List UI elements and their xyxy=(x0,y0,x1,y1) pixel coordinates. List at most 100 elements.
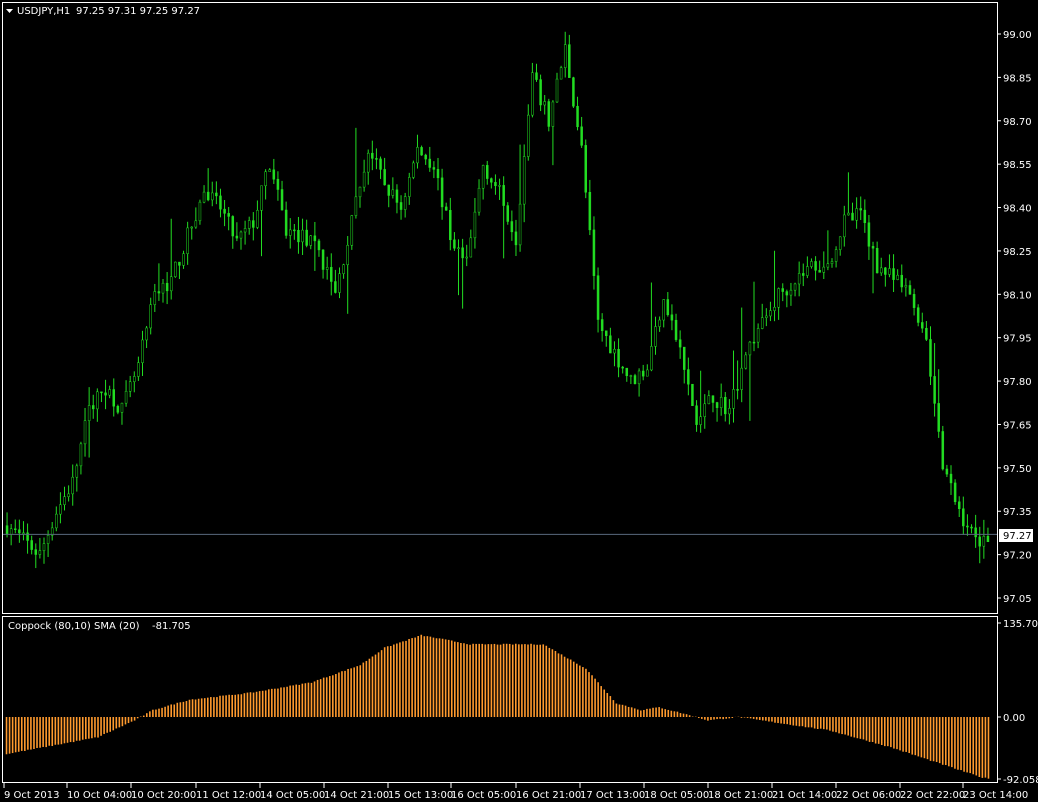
candle-body xyxy=(239,231,243,239)
time-axis-label: 15 Oct 13:00 xyxy=(388,790,453,801)
candle-body xyxy=(190,226,193,229)
candle-body xyxy=(773,306,776,311)
candle-body xyxy=(629,375,633,377)
candle-body xyxy=(194,220,198,228)
candle-body xyxy=(469,237,473,258)
candle-body xyxy=(128,381,132,392)
candle-body xyxy=(658,319,661,327)
price-axis-label: 99.00 xyxy=(1003,30,1032,41)
candle-body xyxy=(650,346,653,371)
candle-body xyxy=(531,72,534,116)
candle-body xyxy=(859,208,862,211)
candle-body xyxy=(313,235,317,242)
candle-body xyxy=(810,261,813,267)
candle-body xyxy=(879,267,883,274)
candle-body xyxy=(485,165,489,179)
candle-body xyxy=(420,147,423,156)
candle-body xyxy=(202,191,206,203)
candle-body xyxy=(116,405,120,413)
chart-window[interactable]: USDJPY,H1 97.25 97.31 97.25 97.27 Coppoc… xyxy=(0,0,1038,802)
candle-body xyxy=(198,201,202,222)
price-axis-label: 98.70 xyxy=(1003,117,1032,128)
candle-body xyxy=(350,215,354,246)
candle-body xyxy=(580,126,583,146)
candle-body xyxy=(63,496,66,505)
candle-body xyxy=(227,213,230,217)
candle-body xyxy=(145,327,148,341)
candle-body xyxy=(609,335,612,354)
candle-body xyxy=(219,195,222,210)
candle-body xyxy=(366,152,370,173)
candle-body xyxy=(806,266,809,276)
candle xyxy=(633,373,637,385)
time-axis-label: 14 Oct 05:00 xyxy=(260,790,325,801)
candle-body xyxy=(408,177,411,197)
candle-body xyxy=(268,169,271,172)
time-axis-label: 11 Oct 12:00 xyxy=(196,790,261,801)
candle-body xyxy=(161,282,165,294)
candle-body xyxy=(14,528,17,530)
candle-body xyxy=(305,229,308,246)
candle-body xyxy=(260,185,263,211)
candle-body xyxy=(547,101,551,127)
candle xyxy=(691,383,694,406)
candle-body xyxy=(498,185,501,187)
candle-body xyxy=(847,212,850,216)
candle-body xyxy=(617,349,620,368)
symbol-title: USDJPY,H1 xyxy=(17,6,70,17)
candle-body xyxy=(703,403,707,417)
candle-body xyxy=(231,216,235,237)
candle-body xyxy=(522,156,526,205)
candle-body xyxy=(843,214,846,238)
candle xyxy=(584,139,587,199)
candle-body xyxy=(383,169,386,186)
candle-body xyxy=(55,513,58,529)
indicator-axis-label: 0.00 xyxy=(1003,713,1025,724)
candle-body xyxy=(797,273,801,285)
candle-body xyxy=(962,508,965,527)
candle-body xyxy=(395,189,399,203)
candle xyxy=(412,160,415,180)
candle-body xyxy=(769,310,772,317)
candle-body xyxy=(855,208,858,221)
candle-body xyxy=(432,167,436,170)
candle-body xyxy=(802,273,805,276)
candle-body xyxy=(670,314,674,321)
candle-body xyxy=(613,349,616,354)
candle-body xyxy=(276,178,280,190)
candle-body xyxy=(576,105,579,128)
candle-body xyxy=(974,527,977,538)
candle-body xyxy=(182,253,185,266)
candle-body xyxy=(871,246,875,249)
candle-body xyxy=(157,291,161,294)
candle-body xyxy=(358,186,362,198)
candle-body xyxy=(211,192,214,201)
candle-body xyxy=(399,202,403,210)
candle-body xyxy=(379,158,382,170)
candle-body xyxy=(18,529,21,534)
time-axis-label: 23 Oct 14:00 xyxy=(963,790,1028,801)
candle-body xyxy=(75,465,79,478)
candle-body xyxy=(428,158,432,168)
time-axis-label: 17 Oct 13:00 xyxy=(580,790,645,801)
candle-body xyxy=(342,264,345,274)
candle-body xyxy=(325,267,329,270)
candle-body xyxy=(986,536,990,543)
candle-body xyxy=(752,341,756,344)
candle-body xyxy=(149,304,152,329)
candle-body xyxy=(949,473,953,484)
candle-body xyxy=(633,375,637,385)
candle-body xyxy=(38,550,42,555)
candle-body xyxy=(884,267,887,275)
candle-body xyxy=(892,268,895,280)
candle-body xyxy=(715,402,719,408)
price-axis-label: 97.50 xyxy=(1003,464,1032,475)
candle-body xyxy=(178,261,181,266)
price-axis-label: 98.25 xyxy=(1003,247,1032,258)
candle xyxy=(953,479,957,505)
candle-body xyxy=(362,171,366,188)
candle-body xyxy=(789,289,793,296)
candle-body xyxy=(477,187,481,213)
candle-body xyxy=(481,165,485,189)
candle-body xyxy=(921,322,924,329)
